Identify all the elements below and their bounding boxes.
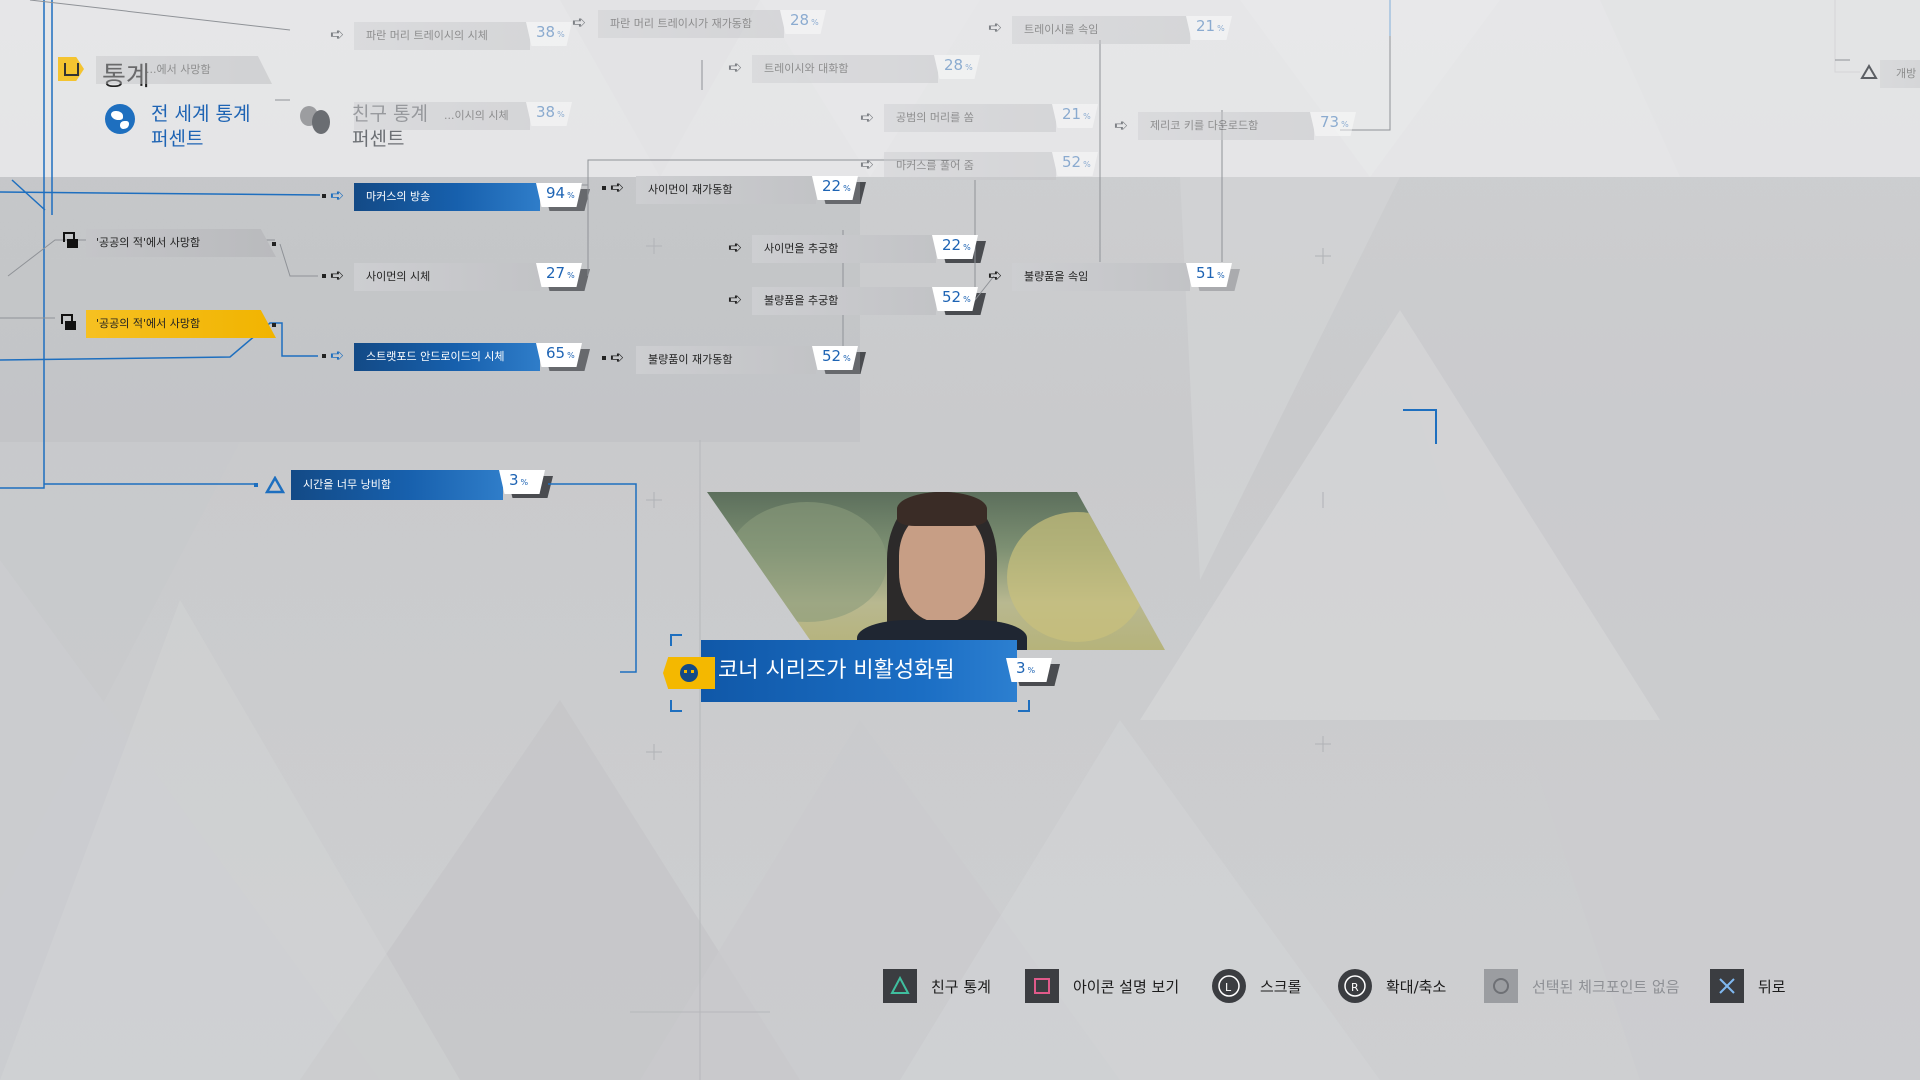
cross-icon xyxy=(1710,969,1744,1003)
node-simon-body[interactable]: 사이먼의 시체 27% xyxy=(354,263,594,291)
selection-corner xyxy=(670,634,682,646)
node-faded-5[interactable]: ...에서 사망함 xyxy=(96,56,272,84)
node-simon-reactivated[interactable]: 사이먼이 재가동함 22% xyxy=(636,176,872,204)
lock-icon xyxy=(60,314,76,330)
node-chased-simon[interactable]: 사이먼을 추궁함 22% xyxy=(752,235,988,263)
control-label: 뒤로 xyxy=(1758,977,1786,996)
node-faded-3[interactable]: 트레이시와 대화함 28% xyxy=(752,55,982,83)
arrow-icon: ➪ xyxy=(988,18,1003,38)
arrow-icon: ➪ xyxy=(728,58,743,78)
circle-icon xyxy=(1484,969,1518,1003)
node-faded-9[interactable]: 마커스를 풀어 줌 52% xyxy=(884,152,1110,180)
control-label: 친구 통계 xyxy=(931,977,991,996)
arrow-icon: ➪ xyxy=(330,346,345,366)
control-icon-legend[interactable]: 아이콘 설명 보기 xyxy=(1025,968,1179,1004)
arrow-icon: ➪ xyxy=(1114,116,1129,136)
control-label: 스크롤 xyxy=(1260,977,1302,996)
tab-global-stats-label: 전 세계 통계 xyxy=(151,103,251,125)
arrow-icon: ➪ xyxy=(728,290,743,310)
tab-friend-stats-sub: 퍼센트 xyxy=(352,128,405,150)
node-faded-8[interactable]: 제리코 키를 다운로드함 73% xyxy=(1138,112,1368,140)
node-faded-7[interactable]: 공범의 머리를 쏨 21% xyxy=(884,104,1110,132)
node-deceived-defective[interactable]: 불량품을 속임 51% xyxy=(1012,263,1244,291)
connector-dot xyxy=(322,354,326,358)
featured-outcome-percent: 3% xyxy=(1006,658,1066,686)
connector-dot xyxy=(322,194,326,198)
connector-dot xyxy=(272,242,276,246)
node-wasted-time[interactable]: 시간을 너무 낭비함 3% xyxy=(291,470,563,500)
node-markus-broadcast[interactable]: 마커스의 방송 94% xyxy=(354,183,594,211)
tab-global-stats-sub: 퍼센트 xyxy=(151,128,204,150)
tab-global-stats[interactable]: 전 세계 통계 퍼센트 xyxy=(151,102,250,152)
selection-corner xyxy=(670,700,682,712)
connector-dot xyxy=(254,483,258,487)
node-chased-defective[interactable]: 불량품을 추궁함 52% xyxy=(752,287,988,315)
control-label: 선택된 체크포인트 없음 xyxy=(1532,977,1680,996)
node-faded-2[interactable]: 파란 머리 트레이시가 재가동함 28% xyxy=(598,10,844,38)
connector-dot xyxy=(272,323,276,327)
control-friend-stats[interactable]: 친구 통계 xyxy=(883,968,991,1004)
arrow-icon: ➪ xyxy=(728,238,743,258)
control-scroll[interactable]: L 스크롤 xyxy=(1212,968,1301,1004)
control-label: 확대/축소 xyxy=(1386,977,1447,996)
control-back[interactable]: 뒤로 xyxy=(1710,968,1786,1004)
right-stick-icon: R xyxy=(1338,969,1372,1003)
connector-dot xyxy=(602,356,606,360)
node-died-public-enemy-1[interactable]: '공공의 적'에서 사망함 xyxy=(86,229,276,257)
arrow-icon: ➪ xyxy=(610,348,625,368)
arrow-icon: ➪ xyxy=(330,25,345,45)
node-faded-10[interactable]: 개방 xyxy=(1880,60,1920,88)
connector-dot xyxy=(322,274,326,278)
arrow-icon: ➪ xyxy=(572,13,587,33)
arrow-icon: ➪ xyxy=(860,155,875,175)
featured-outcome-label: 코너 시리즈가 비활성화됨 xyxy=(718,658,955,683)
connector-dot xyxy=(602,186,606,190)
globe-icon xyxy=(105,104,135,134)
node-stratford-body[interactable]: 스트랫포드 안드로이드의 시체 65% xyxy=(354,343,594,371)
arrow-icon: ➪ xyxy=(988,266,1003,286)
node-defective-reactivated[interactable]: 불량품이 재가동함 52% xyxy=(636,346,872,374)
selection-corner xyxy=(1018,700,1030,712)
triangle-icon xyxy=(883,969,917,1003)
square-icon xyxy=(1025,969,1059,1003)
arrow-icon: ➪ xyxy=(610,178,625,198)
left-stick-icon: L xyxy=(1212,969,1246,1003)
node-faded-1[interactable]: 파란 머리 트레이시의 시체 38% xyxy=(354,22,578,50)
node-faded-4[interactable]: 트레이시를 속임 21% xyxy=(1012,16,1244,44)
triangle-icon xyxy=(265,476,285,494)
node-faded-6[interactable]: ...이시의 시체 38% xyxy=(354,102,578,130)
arrow-icon: ➪ xyxy=(330,186,345,206)
control-zoom[interactable]: R 확대/축소 xyxy=(1338,968,1446,1004)
node-died-public-enemy-2[interactable]: '공공의 적'에서 사망함 xyxy=(86,310,276,338)
svg-text:L: L xyxy=(1225,981,1232,994)
control-label: 아이콘 설명 보기 xyxy=(1073,977,1180,996)
control-checkpoint[interactable]: 선택된 체크포인트 없음 xyxy=(1484,968,1680,1004)
skull-icon xyxy=(680,664,698,682)
arrow-icon: ➪ xyxy=(860,108,875,128)
friends-icon xyxy=(300,102,334,134)
svg-text:R: R xyxy=(1351,981,1359,994)
arrow-icon: ➪ xyxy=(330,266,345,286)
triangle-icon xyxy=(1860,64,1878,79)
